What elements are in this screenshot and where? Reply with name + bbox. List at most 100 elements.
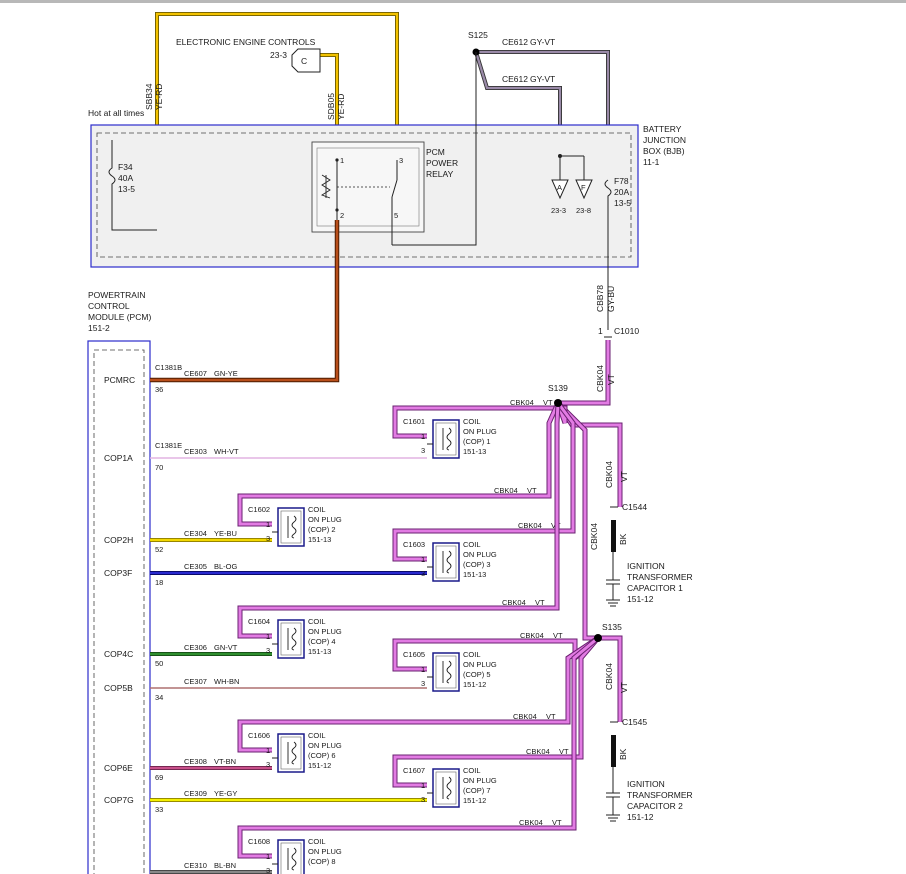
splice-s135 xyxy=(594,634,602,642)
wire-color-label: WH-BN xyxy=(214,677,239,686)
coil-box xyxy=(432,652,460,692)
coil-connector: C1603 xyxy=(403,540,425,549)
itc1-2: TRANSFORMER xyxy=(627,572,693,582)
coil-box xyxy=(277,733,305,773)
sbb34-label: SBB34 xyxy=(144,83,154,110)
pcm-signal-name: PCMRC xyxy=(104,375,135,385)
coil-label: COIL xyxy=(308,731,326,740)
coil-label: ON PLUG xyxy=(463,660,497,669)
coil-pin-3: 3 xyxy=(421,569,425,578)
cbk04-label: CBK04 xyxy=(526,747,550,756)
pcm-signal-name: COP2H xyxy=(104,535,133,545)
circuit-label: CE309 xyxy=(184,789,207,798)
f78-amp: 20A xyxy=(614,187,629,197)
vt-label: VT xyxy=(553,631,563,640)
coil-label: 151-12 xyxy=(463,796,486,805)
cbk04-main-label: CBK04 xyxy=(595,365,605,392)
itc2-4: 151-12 xyxy=(627,812,654,822)
f78-ref: 13-5 xyxy=(614,198,631,208)
pcm-pin: 70 xyxy=(155,463,163,472)
vt-label: VT xyxy=(535,598,545,607)
circuit-label: CE607 xyxy=(184,369,207,378)
cbk04-c1544-color: VT xyxy=(619,471,629,482)
f78-name: F78 xyxy=(614,176,629,186)
coil-label: COIL xyxy=(463,540,481,549)
ground-itc2-icon xyxy=(606,814,620,822)
coil-pin-3: 3 xyxy=(421,446,425,455)
cbk04-label: CBK04 xyxy=(513,712,537,721)
vt-label: VT xyxy=(559,747,569,756)
s139-label: S139 xyxy=(548,383,568,393)
c1545-label: C1545 xyxy=(622,717,647,727)
wiring-diagram: C ELECTRONIC ENGINE CONTROLS 23-3 SBB34 … xyxy=(87,12,693,874)
coil-on-plug: CBK04 VT 1 3 C1601 COILON PLUG(COP) 1151-13 xyxy=(392,398,568,459)
itc2-3: CAPACITOR 2 xyxy=(627,801,683,811)
pcm-signal-name: COP4C xyxy=(104,649,133,659)
circuit-label: CE303 xyxy=(184,447,207,456)
coil-label: ON PLUG xyxy=(463,776,497,785)
s125-label: S125 xyxy=(468,30,488,40)
pcm-signal-name: COP1A xyxy=(104,453,133,463)
coil-label: 151-13 xyxy=(463,447,486,456)
coil-pin-3: 3 xyxy=(266,646,270,655)
coil-label: COIL xyxy=(463,766,481,775)
pcm-signal-name: COP5B xyxy=(104,683,133,693)
pcm-pin: 36 xyxy=(155,385,163,394)
coil-label: ON PLUG xyxy=(308,515,342,524)
circuit-label: CE305 xyxy=(184,562,207,571)
relay-pin-1: 1 xyxy=(340,156,344,165)
vt-label: VT xyxy=(527,486,537,495)
bk-label-1: BK xyxy=(618,533,628,545)
f34-amp: 40A xyxy=(118,173,133,183)
pcm-signal-name: COP7G xyxy=(104,795,134,805)
circuit-label: CE308 xyxy=(184,757,207,766)
f34-ref: 13-5 xyxy=(118,184,135,194)
ce612-a-color: GY-VT xyxy=(530,37,555,47)
wire-color-label: BL-BN xyxy=(214,861,236,870)
circuit-label: CE306 xyxy=(184,643,207,652)
cbk04-vertical-label: CBK04 xyxy=(589,523,599,550)
itc1-1: IGNITION xyxy=(627,561,665,571)
coil-connector: C1605 xyxy=(403,650,425,659)
eec-label: ELECTRONIC ENGINE CONTROLS xyxy=(176,37,316,47)
wire-color-label: BL-OG xyxy=(214,562,238,571)
pcm-label-3: MODULE (PCM) xyxy=(88,312,151,322)
coil-box xyxy=(432,419,460,459)
ground-a-ref: 23-3 xyxy=(551,206,566,215)
pcm-label-2: CONTROL xyxy=(88,301,130,311)
ground-f-letter: F xyxy=(581,183,586,192)
bjb-label-2: JUNCTION xyxy=(643,135,686,145)
pcm-signal-name: COP6E xyxy=(104,763,133,773)
coil-label: 151-13 xyxy=(308,647,331,656)
wire-color-label: VT-BN xyxy=(214,757,236,766)
pcm-pin: 33 xyxy=(155,805,163,814)
cbk04-label: CBK04 xyxy=(518,521,542,530)
coil-pin-3: 3 xyxy=(266,866,270,874)
itc2-1: IGNITION xyxy=(627,779,665,789)
coil-label: (COP) 1 xyxy=(463,437,491,446)
coil-label: COIL xyxy=(308,505,326,514)
coil-label: (COP) 6 xyxy=(308,751,336,760)
cbk04-c1545-color: VT xyxy=(619,682,629,693)
coil-connector: C1607 xyxy=(403,766,425,775)
coil-label: ON PLUG xyxy=(463,427,497,436)
coil-pin-1: 1 xyxy=(266,520,270,529)
coil-label: 151-13 xyxy=(463,570,486,579)
sbb34-color: YE-RD xyxy=(154,84,164,110)
wire-color-label: YE-BU xyxy=(214,529,237,538)
cbb78-label: CBB78 xyxy=(595,285,605,312)
coil-pin-3: 3 xyxy=(266,760,270,769)
connector-c: C xyxy=(291,48,321,73)
connector-c-label: C xyxy=(301,56,307,66)
pcm-signal-name: COP3F xyxy=(104,568,132,578)
coil-label: (COP) 7 xyxy=(463,786,491,795)
cbk04-label: CBK04 xyxy=(510,398,534,407)
itc2-2: TRANSFORMER xyxy=(627,790,693,800)
wire-color-label: YE-GY xyxy=(214,789,237,798)
coil-label: (COP) 3 xyxy=(463,560,491,569)
coil-pin-1: 1 xyxy=(421,432,425,441)
relay-pin-3: 3 xyxy=(399,156,403,165)
vt-label: VT xyxy=(552,818,562,827)
relay-label-2: POWER xyxy=(426,158,458,168)
cbk04-c1545-label: CBK04 xyxy=(604,663,614,690)
